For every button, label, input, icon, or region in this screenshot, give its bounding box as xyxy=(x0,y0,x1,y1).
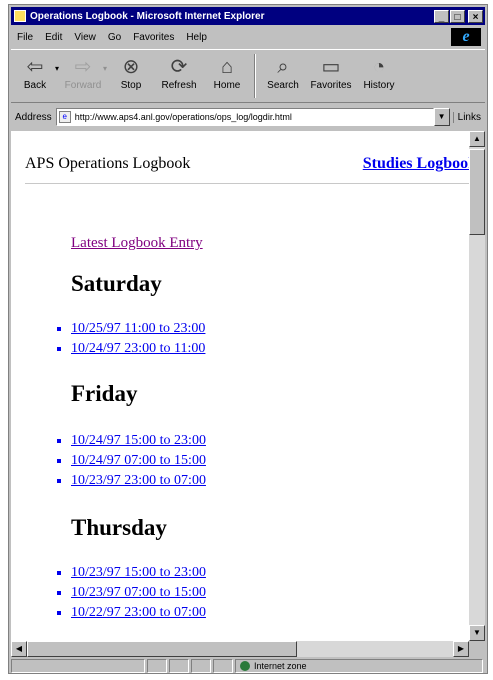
status-text xyxy=(11,659,145,673)
horizontal-scroll-thumb[interactable] xyxy=(27,641,297,657)
address-input[interactable]: e http://www.aps4.anl.gov/operations/ops… xyxy=(55,108,434,126)
list-item: 10/23/97 15:00 to 23:00 xyxy=(71,563,206,583)
forward-button[interactable]: ⇨ Forward ▾ xyxy=(59,54,107,91)
menu-bar: File Edit View Go Favorites Help e xyxy=(11,27,485,47)
saturday-entries: 10/25/97 11:00 to 23:00 10/24/97 23:00 t… xyxy=(53,319,205,359)
status-progress xyxy=(147,659,167,673)
maximize-button[interactable]: □ xyxy=(450,9,465,23)
scrollbar-corner xyxy=(469,641,485,657)
address-bar: Address e http://www.aps4.anl.gov/operat… xyxy=(11,105,485,129)
refresh-icon: ⟳ xyxy=(170,56,188,78)
home-icon: ⌂ xyxy=(220,56,234,78)
logbook-entry-link[interactable]: 10/24/97 15:00 to 23:00 xyxy=(71,433,206,448)
globe-icon xyxy=(240,661,250,671)
vertical-scroll-thumb[interactable] xyxy=(469,149,485,235)
refresh-button[interactable]: ⟳ Refresh xyxy=(155,54,203,91)
list-item: 10/25/97 11:00 to 23:00 xyxy=(71,319,205,339)
list-item: 10/24/97 15:00 to 23:00 xyxy=(71,431,206,451)
home-label: Home xyxy=(213,80,241,91)
history-icon: ◔ xyxy=(372,56,386,78)
favorites-icon: ▭ xyxy=(321,56,341,78)
horizontal-scrollbar[interactable]: ◀ ▶ xyxy=(11,641,469,657)
status-cell xyxy=(169,659,189,673)
status-zone: Internet zone xyxy=(235,659,483,673)
address-url: http://www.aps4.anl.gov/operations/ops_l… xyxy=(74,112,292,122)
home-button[interactable]: ⌂ Home xyxy=(203,54,251,91)
status-cell xyxy=(191,659,211,673)
search-label: Search xyxy=(267,80,299,91)
day-heading-friday: Friday xyxy=(71,381,138,406)
menu-view[interactable]: View xyxy=(68,32,102,43)
day-heading-thursday: Thursday xyxy=(71,515,167,540)
latest-entry-link[interactable]: Latest Logbook Entry xyxy=(71,235,203,252)
refresh-label: Refresh xyxy=(161,80,197,91)
logbook-entry-link[interactable]: 10/23/97 07:00 to 15:00 xyxy=(71,585,206,600)
scroll-left-button[interactable]: ◀ xyxy=(11,641,27,657)
thursday-entries: 10/23/97 15:00 to 23:00 10/23/97 07:00 t… xyxy=(53,563,206,623)
links-button[interactable]: Links xyxy=(452,111,485,123)
status-cell xyxy=(213,659,233,673)
menu-help[interactable]: Help xyxy=(180,32,213,43)
toolbar-separator xyxy=(254,54,256,98)
logbook-entry-link[interactable]: 10/22/97 23:00 to 07:00 xyxy=(71,605,206,620)
window-title: Operations Logbook - Microsoft Internet … xyxy=(30,10,265,22)
day-heading-saturday: Saturday xyxy=(71,271,162,296)
status-bar: Internet zone xyxy=(11,659,485,673)
menu-go[interactable]: Go xyxy=(102,32,127,43)
logbook-entry-link[interactable]: 10/24/97 23:00 to 11:00 xyxy=(71,341,205,356)
studies-logbook-link[interactable]: Studies Logbook xyxy=(363,155,469,173)
scroll-right-button[interactable]: ▶ xyxy=(453,641,469,657)
favorites-button[interactable]: ▭ Favorites xyxy=(307,54,355,91)
list-item: 10/24/97 23:00 to 11:00 xyxy=(71,339,205,359)
stop-icon: ⊗ xyxy=(122,56,140,78)
search-button[interactable]: ⌕ Search xyxy=(259,54,307,91)
page-viewport: APS Operations Logbook Studies Logbook L… xyxy=(11,131,469,641)
close-button[interactable]: × xyxy=(468,9,483,23)
forward-label: Forward xyxy=(64,80,102,91)
logbook-entry-link[interactable]: 10/23/97 23:00 to 07:00 xyxy=(71,473,206,488)
history-button[interactable]: ◔ History xyxy=(355,54,403,91)
scroll-down-button[interactable]: ▼ xyxy=(469,625,485,641)
logbook-entry-link[interactable]: 10/24/97 07:00 to 15:00 xyxy=(71,453,206,468)
history-label: History xyxy=(363,80,395,91)
menu-favorites[interactable]: Favorites xyxy=(127,32,180,43)
page-header: APS Operations Logbook Studies Logbook xyxy=(25,155,469,173)
ie-page-icon[interactable] xyxy=(14,10,26,22)
forward-arrow-icon: ⇨ xyxy=(74,56,92,78)
toolbar: ⇦ Back ▾ ⇨ Forward ▾ ⊗ Stop ⟳ Refresh ⌂ … xyxy=(11,49,485,103)
favorites-label: Favorites xyxy=(310,80,352,91)
back-arrow-icon: ⇦ xyxy=(26,56,44,78)
page-icon: e xyxy=(58,111,71,123)
stop-label: Stop xyxy=(120,80,142,91)
back-button[interactable]: ⇦ Back ▾ xyxy=(11,54,59,91)
page-title: APS Operations Logbook xyxy=(25,155,191,172)
list-item: 10/24/97 07:00 to 15:00 xyxy=(71,451,206,471)
address-label: Address xyxy=(15,111,52,123)
stop-button[interactable]: ⊗ Stop xyxy=(107,54,155,91)
title-bar[interactable]: Operations Logbook - Microsoft Internet … xyxy=(11,7,485,25)
vertical-scrollbar[interactable]: ▲ ▼ xyxy=(469,131,485,641)
list-item: 10/22/97 23:00 to 07:00 xyxy=(71,603,206,623)
logbook-entry-link[interactable]: 10/25/97 11:00 to 23:00 xyxy=(71,321,205,336)
logbook-entry-link[interactable]: 10/23/97 15:00 to 23:00 xyxy=(71,565,206,580)
list-item: 10/23/97 07:00 to 15:00 xyxy=(71,583,206,603)
back-label: Back xyxy=(23,80,47,91)
ie-logo-icon: e xyxy=(451,28,481,46)
menu-edit[interactable]: Edit xyxy=(39,32,68,43)
list-item: 10/23/97 23:00 to 07:00 xyxy=(71,471,206,491)
friday-entries: 10/24/97 15:00 to 23:00 10/24/97 07:00 t… xyxy=(53,431,206,491)
address-dropdown-button[interactable]: ▼ xyxy=(433,108,450,126)
minimize-button[interactable]: _ xyxy=(434,9,449,23)
search-icon: ⌕ xyxy=(277,56,289,78)
scroll-up-button[interactable]: ▲ xyxy=(469,131,485,147)
menu-file[interactable]: File xyxy=(11,32,39,43)
header-divider xyxy=(25,183,469,184)
zone-label: Internet zone xyxy=(254,661,307,671)
browser-window: Operations Logbook - Microsoft Internet … xyxy=(8,4,488,674)
